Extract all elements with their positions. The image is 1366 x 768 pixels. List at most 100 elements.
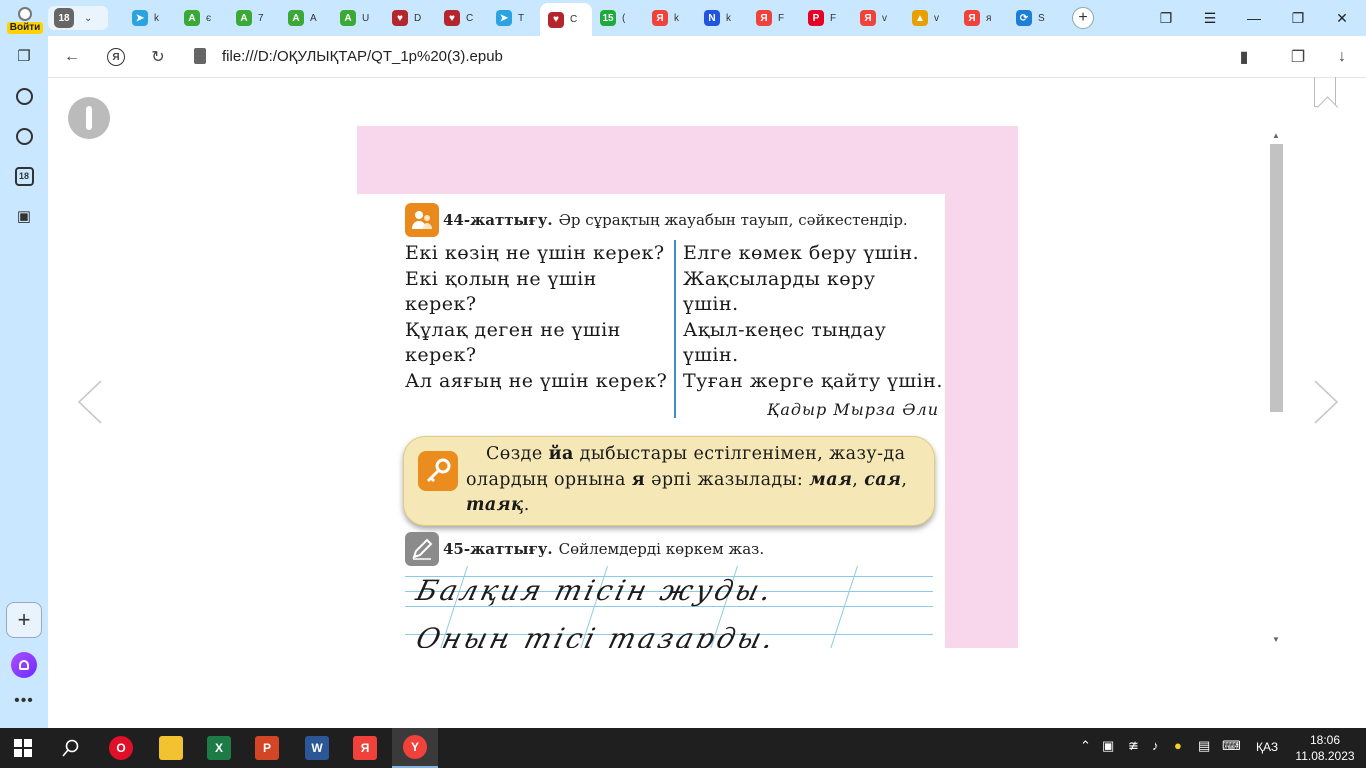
page-body: 44-жаттығу. Әр сұрақтың жауабын тауып, с… (357, 194, 945, 648)
language-indicator[interactable]: ҚАЗ (1256, 740, 1278, 754)
book-page: 44-жаттығу. Әр сұрақтың жауабын тауып, с… (357, 126, 1018, 648)
browser-tab[interactable]: Яv (852, 6, 904, 30)
questions-column: Екі көзің не үшін керек? Екі қолың не үш… (405, 241, 675, 394)
scroll-thumb[interactable] (1270, 144, 1283, 412)
collections-icon[interactable]: ❐ (12, 44, 36, 68)
people-icon (405, 203, 439, 237)
scroll-down-icon[interactable]: ▼ (1272, 635, 1280, 644)
tray-overflow-icon[interactable]: ⌃ (1080, 738, 1091, 754)
tab-title: T (518, 12, 525, 24)
rule-example: сая (864, 469, 902, 490)
browser-tab[interactable]: ♥ C (436, 6, 488, 30)
browser-tab[interactable]: AU (332, 6, 384, 30)
tab-favicon-icon: ♥ (548, 11, 564, 28)
scrollbar[interactable]: ▲ ▼ (1268, 131, 1284, 649)
browser-tab[interactable]: ▲ v (904, 6, 956, 30)
browser-tab[interactable]: ♥ D (384, 6, 436, 30)
word-icon[interactable]: W (294, 728, 340, 768)
new-tab-button[interactable]: + (1072, 7, 1094, 29)
extensions-icon[interactable]: ❐ (1286, 45, 1310, 69)
exercise-44-header: 44-жаттығу. Әр сұрақтың жауабын тауып, с… (405, 203, 908, 237)
restore-icon[interactable]: ❐ (1286, 6, 1310, 30)
rule-text-part: , (901, 469, 908, 490)
browser-tab[interactable]: ➤ T (488, 6, 540, 30)
reload-button[interactable]: ↻ (146, 45, 170, 69)
bookmark-add-icon[interactable]: ▮ (1232, 45, 1256, 69)
search-icon[interactable] (48, 728, 94, 768)
tab-favicon-icon: Я (652, 10, 668, 26)
url-field[interactable]: file:///D:/ОҚУЛЫҚТАР/QT_1p%20(3).epub (222, 48, 503, 65)
play-icon[interactable] (12, 124, 36, 148)
browser-tab[interactable]: A7 (228, 6, 280, 30)
rule-text-part: . (523, 495, 530, 515)
powerpoint-icon[interactable]: P (244, 728, 290, 768)
prev-page-arrow[interactable] (76, 379, 106, 425)
alice-assistant-icon[interactable] (11, 652, 37, 678)
browser-tab[interactable]: Aє (176, 6, 228, 30)
yandex-music-icon[interactable]: Я (342, 728, 388, 768)
key-icon (418, 451, 458, 491)
yandex-browser-icon[interactable]: Y (392, 728, 438, 768)
question-line: Екі көзің не үшін керек? (405, 242, 665, 264)
wifi-icon[interactable]: ≇ (1128, 738, 1139, 754)
close-icon[interactable]: ✕ (1330, 6, 1354, 30)
tab-title: 7 (258, 12, 264, 24)
more-icon[interactable]: ••• (12, 692, 36, 712)
battery-icon[interactable]: ▣ (1102, 738, 1114, 754)
excel-icon[interactable]: X (196, 728, 242, 768)
browser-tab[interactable]: ➤ k (124, 6, 176, 30)
menu-icon[interactable]: ☰ (1198, 6, 1222, 30)
tab-count: 18 (54, 8, 74, 28)
counter-icon[interactable]: 18 (12, 164, 36, 188)
screenshot-icon[interactable]: ▣ (12, 204, 36, 228)
tab-title: є (206, 12, 212, 24)
column-divider (674, 240, 676, 418)
browser-tab[interactable]: ♥ C (540, 3, 592, 36)
keyboard-icon[interactable]: ⌨ (1222, 738, 1241, 754)
notifications-icon[interactable]: ▤ (1198, 738, 1210, 754)
add-panel-button[interactable]: + (6, 602, 42, 638)
history-icon[interactable] (12, 84, 36, 108)
browser-tab[interactable]: Яя (956, 6, 1008, 30)
tabs-collection-icon[interactable]: ❐ (1154, 6, 1178, 30)
browser-tab[interactable]: PF (800, 6, 852, 30)
answers-column: Елге көмек беру үшін. Жақсыларды көру үш… (683, 241, 945, 394)
handwriting-sentence: Балқия тісін жуды. (412, 574, 778, 607)
question-line: керек? (405, 344, 477, 366)
tab-title: я (986, 12, 992, 24)
minimize-icon[interactable]: — (1242, 6, 1266, 30)
question-line: Екі қолың не үшін (405, 267, 597, 290)
browser-tab[interactable]: AA (280, 6, 332, 30)
tab-title: v (934, 12, 939, 24)
tab-title: A (310, 12, 317, 24)
downloads-icon[interactable]: ↓ (1330, 45, 1354, 69)
page-bookmark-icon[interactable] (1314, 77, 1336, 107)
browser-tab[interactable]: Nk (696, 6, 748, 30)
browser-tab[interactable]: ⟳ S (1008, 6, 1060, 30)
clock[interactable]: 18:06 11.08.2023 (1294, 732, 1356, 764)
windows-start-button[interactable] (0, 728, 46, 768)
exercise-45-number: 45-жаттығу. (443, 540, 553, 558)
scroll-up-icon[interactable]: ▲ (1272, 131, 1280, 140)
browser-tab[interactable]: Яk (644, 6, 696, 30)
browser-tab[interactable]: 15 ( (592, 6, 644, 30)
volume-icon[interactable]: ♪ (1152, 738, 1159, 753)
rule-text-part: Сөзде (486, 444, 549, 464)
back-button[interactable]: ← (60, 45, 84, 69)
tab-counter-button[interactable]: 18 ⌄ (48, 6, 108, 30)
tab-favicon-icon: A (236, 10, 252, 26)
reader-view: 44-жаттығу. Әр сұрақтың жауабын тауып, с… (48, 77, 1366, 728)
tab-title: F (778, 12, 785, 24)
tab-favicon-icon: ➤ (496, 10, 512, 26)
next-page-arrow[interactable] (1310, 379, 1340, 425)
tab-favicon-icon: A (184, 10, 200, 26)
tab-favicon-icon: Я (860, 10, 876, 26)
yandex-home-button[interactable]: Я (104, 45, 128, 69)
shield-icon[interactable]: ● (1174, 738, 1182, 753)
file-explorer-icon[interactable] (148, 728, 194, 768)
opera-icon[interactable]: O (98, 728, 144, 768)
login-button[interactable]: Войти (6, 2, 44, 34)
exercise-45-instruction: Сөйлемдерді көркем жаз. (558, 540, 765, 558)
browser-tab[interactable]: ЯF (748, 6, 800, 30)
reader-logo-icon[interactable] (68, 97, 110, 139)
